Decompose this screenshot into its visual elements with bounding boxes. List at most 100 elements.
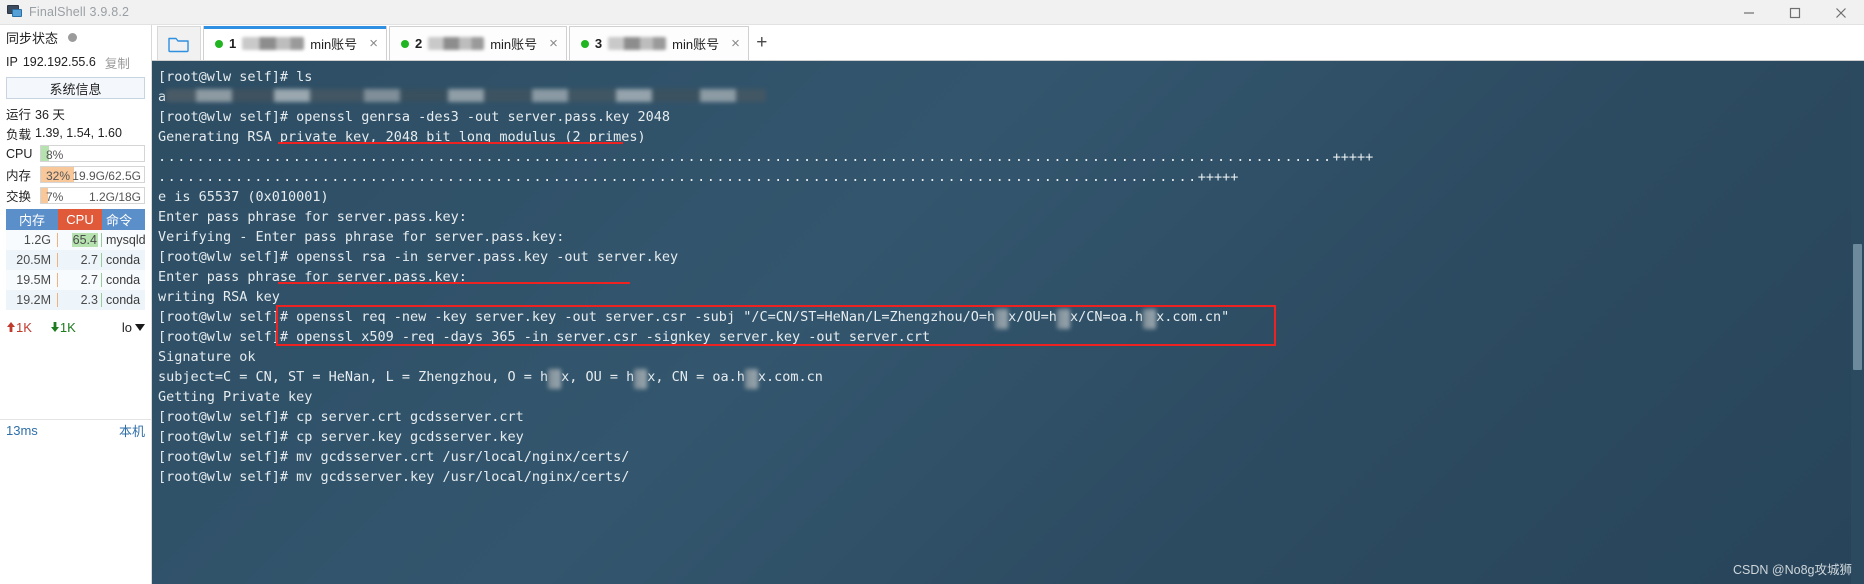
ip-label: IP <box>6 55 18 69</box>
sync-status-label: 同步状态 <box>6 31 59 46</box>
process-memory: 19.2M <box>6 293 58 307</box>
sidebar: 同步状态 IP 192.192.55.6 复制 系统信息 运行 36 天 负载 … <box>0 25 152 584</box>
tab-label-suffix: min账号 <box>490 37 538 52</box>
terminal-line: ........................................… <box>158 169 1239 185</box>
scrollbar-thumb[interactable] <box>1853 244 1862 370</box>
process-command: conda <box>106 273 141 287</box>
process-row[interactable]: 20.5M 2.7 conda <box>6 250 145 270</box>
window-controls <box>1726 0 1864 25</box>
load-row: 负载 1.39, 1.54, 1.60 <box>0 123 151 143</box>
cpu-meter-percent: 8% <box>46 147 64 162</box>
process-row[interactable]: 19.5M 2.7 conda <box>6 270 145 290</box>
terminal-output[interactable]: [root@wlw self]# ls a [root@wlw self]# op… <box>152 61 1851 584</box>
tab-2[interactable]: 2 min账号 × <box>388 26 567 60</box>
tab-status-dot <box>215 39 223 48</box>
process-cpu: 65.4 <box>58 233 102 247</box>
swap-meter-detail: 1.2G/18G <box>88 189 141 204</box>
tab-number: 1 <box>229 36 237 51</box>
uptime-label: 运行 <box>6 107 32 122</box>
terminal-scrollbar[interactable] <box>1851 61 1864 584</box>
minimize-button[interactable] <box>1726 0 1772 25</box>
tab-1[interactable]: 1 min账号 × <box>203 26 387 60</box>
network-download-value: 1K <box>59 319 76 335</box>
new-tab-button[interactable]: + <box>749 26 775 60</box>
terminal-line: [root@wlw self]# mv gcdsserver.crt /usr/… <box>158 449 630 465</box>
tab-redacted-name <box>428 37 485 50</box>
tab-redacted-name <box>608 37 667 50</box>
maximize-button[interactable] <box>1772 0 1818 25</box>
terminal-line: [root@wlw self]# openssl genrsa -des3 -o… <box>158 109 671 125</box>
monitor-icon <box>7 5 23 19</box>
sync-status-row: 同步状态 <box>0 25 151 50</box>
load-label: 负载 <box>6 127 32 142</box>
swap-meter-row: 交换 7% 1.2G/18G <box>0 185 151 206</box>
redacted-text <box>548 369 562 389</box>
terminal-line: a <box>158 87 1851 107</box>
terminal-line: ........................................… <box>158 149 1374 165</box>
process-cpu: 2.7 <box>58 273 102 287</box>
system-info-button[interactable]: 系统信息 <box>6 77 145 99</box>
process-memory: 20.5M <box>6 253 58 267</box>
tab-close-icon[interactable]: × <box>369 36 378 51</box>
network-interface-selector[interactable]: lo <box>122 320 145 335</box>
process-header-cpu[interactable]: CPU <box>58 209 102 230</box>
process-command: conda <box>106 253 141 267</box>
tab-close-icon[interactable]: × <box>731 36 740 51</box>
ping-scope-label: 本机 <box>118 424 145 439</box>
process-header-memory[interactable]: 内存 <box>6 209 58 230</box>
network-interface-value: lo <box>121 319 132 335</box>
copy-ip-button[interactable]: 复制 <box>105 53 130 72</box>
uptime-row: 运行 36 天 <box>0 103 151 123</box>
process-cpu: 2.3 <box>58 293 102 307</box>
memory-meter-row: 内存 32% 19.9G/62.5G <box>0 164 151 185</box>
tab-status-dot <box>580 39 589 48</box>
terminal-line: Enter pass phrase for server.pass.key: <box>158 209 467 225</box>
uptime-value: 36 天 <box>35 107 65 122</box>
terminal-wrapper: [root@wlw self]# ls a [root@wlw self]# op… <box>152 61 1864 584</box>
process-command: conda <box>106 293 141 307</box>
terminal-line: Signature ok <box>158 349 256 365</box>
process-header-command[interactable]: 命令 <box>102 209 145 230</box>
tab-close-icon[interactable]: × <box>549 36 558 51</box>
close-button[interactable] <box>1818 0 1864 25</box>
process-table-header: 内存 CPU 命令 <box>6 209 145 230</box>
tab-3[interactable]: 3 min账号 × <box>568 26 749 60</box>
tab-label-suffix: min账号 <box>310 37 358 52</box>
redacted-text <box>634 369 648 389</box>
ping-latency-value: 13ms <box>6 423 38 438</box>
terminal-line: Generating RSA private key, 2048 bit lon… <box>158 129 646 145</box>
cpu-meter-row: CPU 8% <box>0 143 151 164</box>
process-row[interactable]: 1.2G 65.4 mysqld <box>6 230 146 250</box>
redacted-text <box>744 369 758 389</box>
terminal-line: [root@wlw self]# cp server.key gcdsserve… <box>158 429 524 445</box>
network-chart <box>2 339 149 417</box>
load-value: 1.39, 1.54, 1.60 <box>35 126 122 140</box>
terminal-line: e is 65537 (0x010001) <box>158 189 329 205</box>
ping-chart <box>2 441 149 545</box>
swap-meter-label: 交换 <box>6 190 32 204</box>
title-bar: FinalShell 3.9.8.2 <box>0 0 1864 25</box>
swap-meter-percent: 7% <box>46 189 64 204</box>
terminal-line: Getting Private key <box>158 389 313 405</box>
cpu-meter-label: CPU <box>6 146 33 161</box>
process-row[interactable]: 19.2M 2.3 conda <box>6 290 145 310</box>
tab-bar: 1 min账号 × 2 min账号 × 3 min账号 × + <box>152 25 1864 61</box>
memory-meter-label: 内存 <box>6 169 32 183</box>
tab-number: 3 <box>594 36 603 51</box>
cpu-meter: 8% <box>40 145 145 162</box>
network-upload: 1K <box>6 320 32 335</box>
process-memory: 1.2G <box>6 233 58 247</box>
terminal-line: [root@wlw self]# mv gcdsserver.key /usr/… <box>158 469 630 485</box>
memory-meter: 32% 19.9G/62.5G <box>40 166 145 183</box>
process-command: mysqld <box>106 233 146 247</box>
red-underline-annotation <box>278 282 630 284</box>
tab-status-dot <box>400 39 409 48</box>
terminal-line: [root@wlw self]# cp server.crt gcdsserve… <box>158 409 524 425</box>
terminal-line: subject=C = CN, ST = HeNan, L = Zhengzho… <box>158 367 1851 389</box>
red-underline-annotation <box>278 142 623 144</box>
watermark: CSDN @No8g攻城狮 <box>1733 563 1852 577</box>
open-folder-icon[interactable] <box>157 26 201 60</box>
arrow-up-icon <box>7 322 15 332</box>
terminal-line: [root@wlw self]# openssl rsa -in server.… <box>158 249 679 265</box>
terminal-line: writing RSA key <box>158 289 280 305</box>
